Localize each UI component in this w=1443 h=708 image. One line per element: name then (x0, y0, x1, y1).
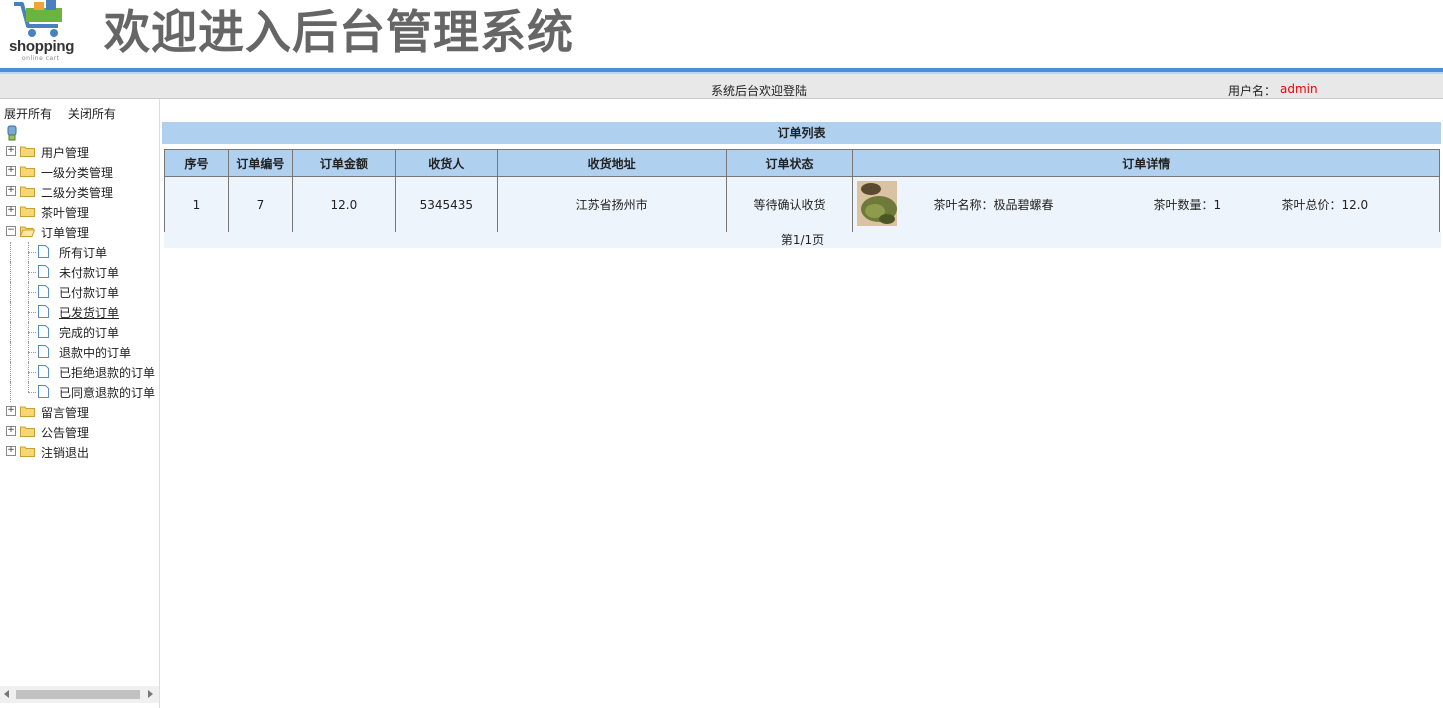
cell-receiver: 5345435 (394, 176, 498, 233)
document-icon (38, 385, 49, 398)
plus-icon[interactable]: + (6, 446, 16, 456)
document-icon (38, 265, 49, 278)
orders-table: 序号 订单编号 订单金额 收货人 收货地址 订单状态 订单详情 1 7 12.0… (164, 149, 1440, 233)
tree-leaf-refund-approved-orders[interactable]: 已同意退款的订单 (0, 382, 159, 402)
plus-icon[interactable]: + (6, 426, 16, 436)
logo-brand-text: shopping (9, 38, 75, 55)
tree-controls: 展开所有 关闭所有 (4, 105, 128, 122)
status-bar: 系统后台欢迎登陆 用户名： admin (0, 74, 1443, 99)
server-root-icon (7, 125, 17, 141)
cell-index: 1 (164, 176, 229, 233)
tree-leaf-refund-rejected-orders[interactable]: 已拒绝退款的订单 (0, 362, 159, 382)
tree-leaf-label[interactable]: 已发货订单 (59, 304, 119, 321)
document-icon (38, 365, 49, 378)
tree-leaf-all-orders[interactable]: 所有订单 (0, 242, 159, 262)
folder-icon (20, 426, 35, 437)
column-header-detail: 订单详情 (852, 149, 1440, 177)
scrollbar-thumb[interactable] (16, 690, 140, 699)
folder-icon (20, 406, 35, 417)
tree-leaf-label[interactable]: 退款中的订单 (59, 344, 131, 361)
tree-leaf-completed-orders[interactable]: 完成的订单 (0, 322, 159, 342)
cell-amount: 12.0 (291, 176, 396, 233)
open-folder-icon (20, 226, 35, 237)
document-icon (38, 325, 49, 338)
logo-tagline: online cart (22, 55, 60, 62)
plus-icon[interactable]: + (6, 406, 16, 416)
cell-order-no: 7 (227, 176, 293, 233)
tree-node-label[interactable]: 一级分类管理 (41, 164, 113, 181)
cell-address: 江苏省扬州市 (496, 176, 727, 233)
cell-detail: 茶叶名称：极品碧螺春 茶叶数量：1 茶叶总价：12.0 (852, 176, 1440, 233)
main-content: 订单列表 序号 订单编号 订单金额 收货人 收货地址 订单状态 订单详情 1 7… (162, 122, 1441, 248)
tree-leaf-label[interactable]: 所有订单 (59, 244, 107, 261)
tree-node-label[interactable]: 二级分类管理 (41, 184, 113, 201)
folder-icon (20, 446, 35, 457)
document-icon (38, 285, 49, 298)
document-icon (38, 305, 49, 318)
tree-node-order-management[interactable]: − 订单管理 (0, 222, 159, 242)
tree-node-message-management[interactable]: + 留言管理 (0, 402, 159, 422)
tree-node-label[interactable]: 注销退出 (41, 444, 89, 461)
username-value: admin (1280, 82, 1318, 96)
site-title: 欢迎进入后台管理系统 (104, 5, 574, 59)
folder-icon (20, 186, 35, 197)
tree-node-secondary-category[interactable]: + 二级分类管理 (0, 182, 159, 202)
column-header-order-no: 订单编号 (227, 149, 293, 177)
tree-leaf-paid-orders[interactable]: 已付款订单 (0, 282, 159, 302)
column-header-index: 序号 (164, 149, 229, 177)
sidebar-horizontal-scrollbar[interactable] (0, 686, 159, 703)
expand-all-link[interactable]: 展开所有 (4, 107, 52, 121)
tree-node-label[interactable]: 用户管理 (41, 144, 89, 161)
detail-tea-quantity: 茶叶数量：1 (1153, 198, 1222, 212)
tree-node-label[interactable]: 茶叶管理 (41, 204, 89, 221)
table-header-row: 序号 订单编号 订单金额 收货人 收货地址 订单状态 订单详情 (164, 149, 1440, 177)
order-list-title: 订单列表 (162, 122, 1441, 144)
tree-node-label[interactable]: 公告管理 (41, 424, 89, 441)
tea-product-thumbnail[interactable] (857, 181, 898, 226)
scroll-right-icon[interactable] (148, 690, 153, 698)
document-icon (38, 345, 49, 358)
collapse-all-link[interactable]: 关闭所有 (68, 107, 116, 121)
shopping-cart-icon (14, 0, 62, 37)
column-header-receiver: 收货人 (394, 149, 498, 177)
tree-node-label[interactable]: 订单管理 (41, 224, 89, 241)
tree-leaf-label[interactable]: 已同意退款的订单 (59, 384, 155, 401)
column-header-address: 收货地址 (496, 149, 727, 177)
tree-leaf-label[interactable]: 完成的订单 (59, 324, 119, 341)
folder-icon (20, 166, 35, 177)
folder-icon (20, 146, 35, 157)
tree-leaf-refunding-orders[interactable]: 退款中的订单 (0, 342, 159, 362)
minus-icon[interactable]: − (6, 226, 16, 236)
tree-leaf-label[interactable]: 已拒绝退款的订单 (59, 364, 155, 381)
table-row: 1 7 12.0 5345435 江苏省扬州市 等待确认收货 茶叶名称：极品碧螺… (164, 176, 1440, 233)
username-label: 用户名： (1228, 84, 1277, 98)
page-header: shopping online cart 欢迎进入后台管理系统 (0, 0, 1443, 68)
plus-icon[interactable]: + (6, 146, 16, 156)
column-header-amount: 订单金额 (291, 149, 396, 177)
tree-node-user-management[interactable]: + 用户管理 (0, 142, 159, 162)
tree-node-announcement-management[interactable]: + 公告管理 (0, 422, 159, 442)
tree-leaf-label[interactable]: 未付款订单 (59, 264, 119, 281)
plus-icon[interactable]: + (6, 186, 16, 196)
tree-leaf-shipped-orders[interactable]: 已发货订单 (0, 302, 159, 322)
tree-leaf-label[interactable]: 已付款订单 (59, 284, 119, 301)
tree-node-primary-category[interactable]: + 一级分类管理 (0, 162, 159, 182)
plus-icon[interactable]: + (6, 206, 16, 216)
tree-node-tea-management[interactable]: + 茶叶管理 (0, 202, 159, 222)
tree-leaf-unpaid-orders[interactable]: 未付款订单 (0, 262, 159, 282)
welcome-text: 系统后台欢迎登陆 (711, 84, 808, 98)
scroll-left-icon[interactable] (4, 690, 9, 698)
column-header-status: 订单状态 (725, 149, 854, 177)
folder-icon (20, 206, 35, 217)
tree-node-logout[interactable]: + 注销退出 (0, 442, 159, 462)
shopping-logo: shopping online cart (6, 0, 80, 64)
detail-tea-total: 茶叶总价：12.0 (1281, 198, 1369, 212)
pagination-text: 第1/1页 (164, 232, 1441, 248)
detail-tea-name: 茶叶名称：极品碧螺春 (933, 198, 1054, 212)
plus-icon[interactable]: + (6, 166, 16, 176)
sidebar-tree: 展开所有 关闭所有 + 用户管理 + 一级分类管理 + 二级分类管理 + 茶叶管… (0, 99, 160, 708)
document-icon (38, 245, 49, 258)
cell-status: 等待确认收货 (725, 176, 854, 233)
tree-node-label[interactable]: 留言管理 (41, 404, 89, 421)
